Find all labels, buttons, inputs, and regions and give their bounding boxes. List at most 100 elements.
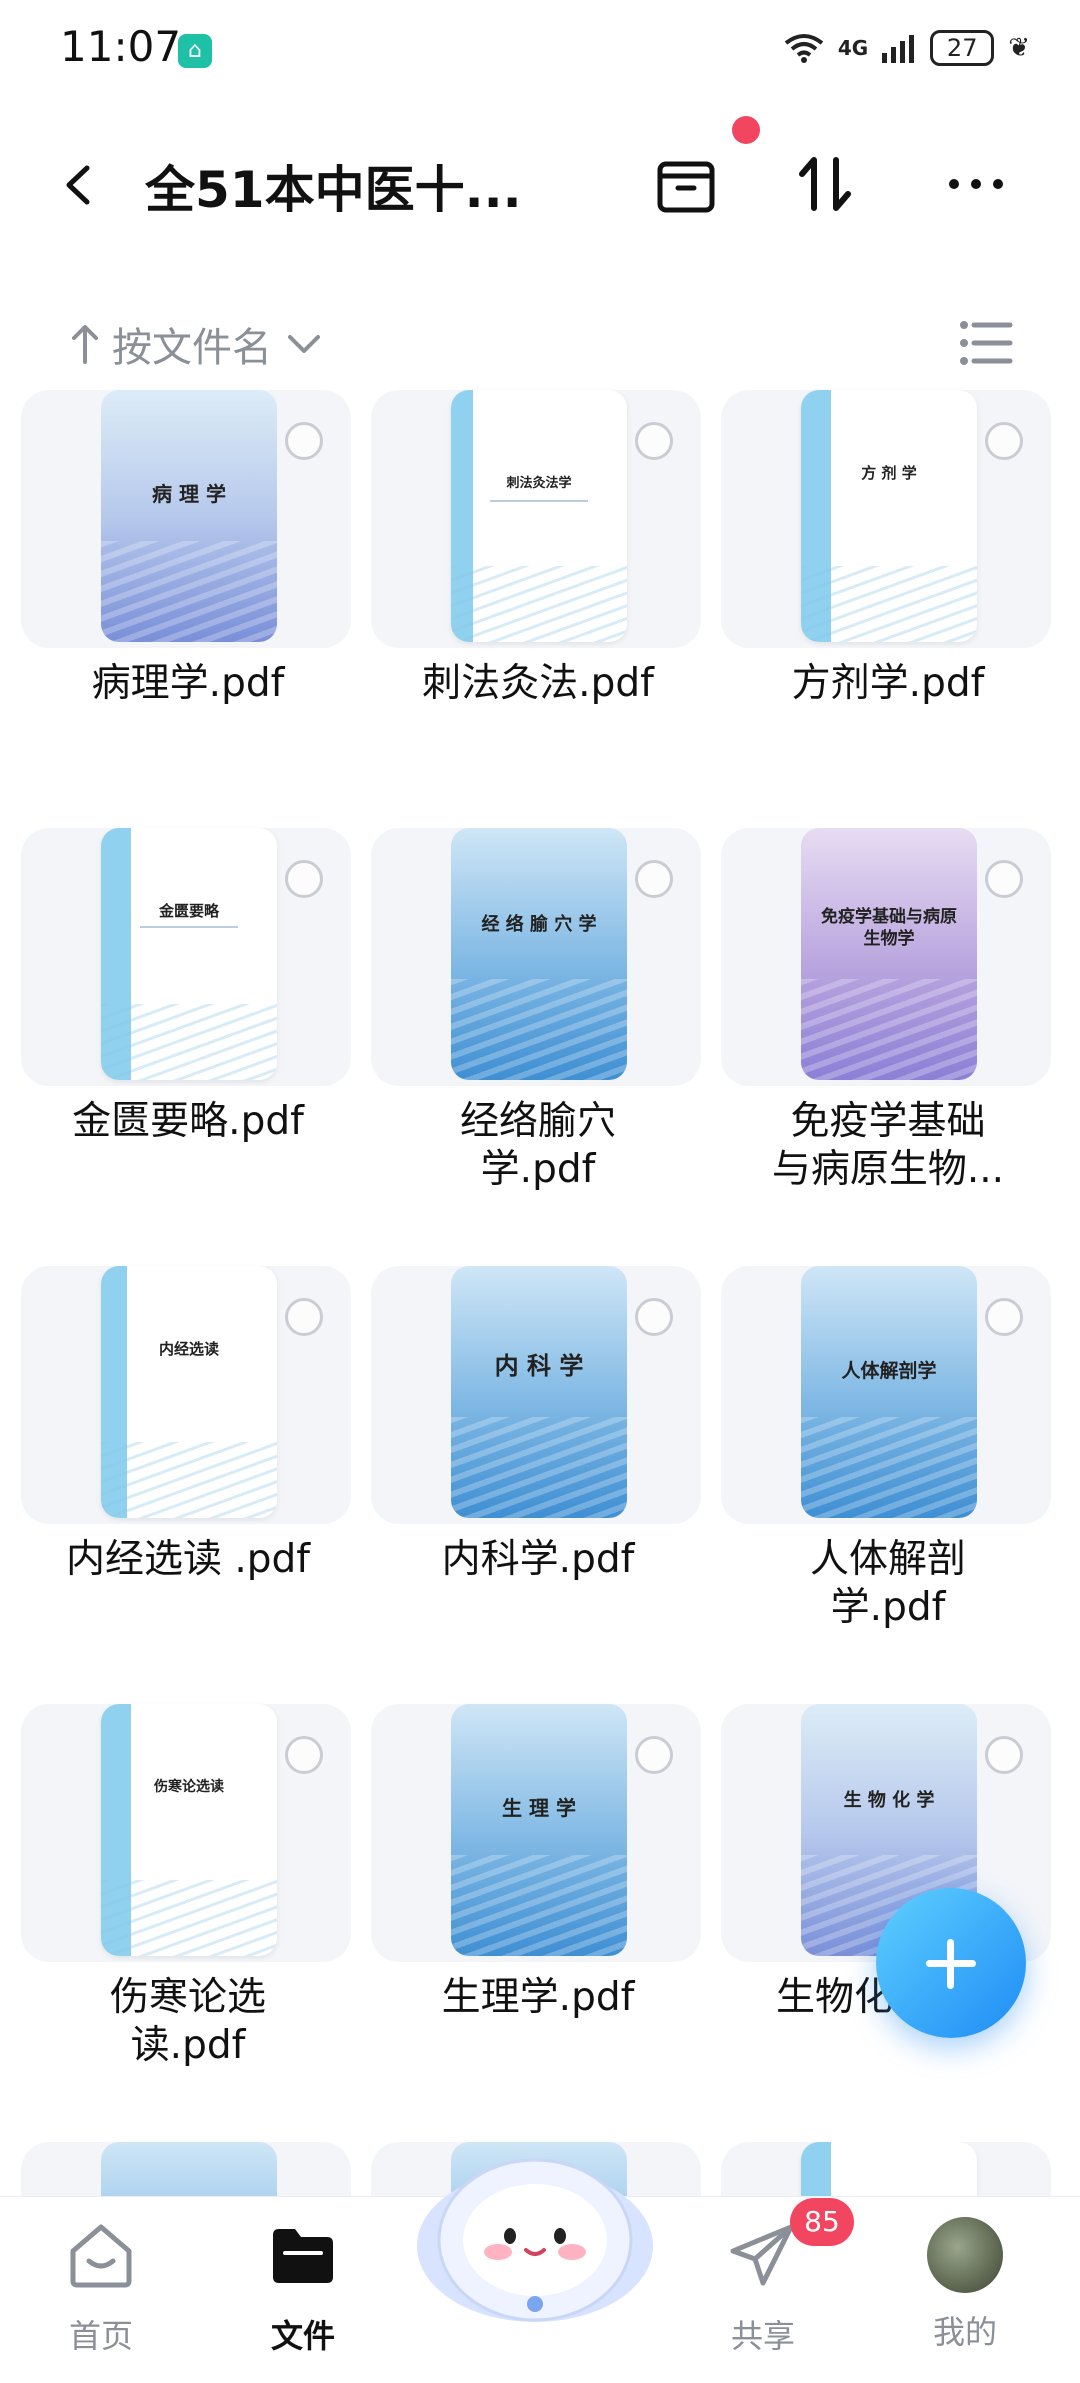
file-thumbnail: 免疫学基础与病原生物学 (721, 828, 1051, 1086)
book-cover: 方 剂 学 (801, 390, 977, 642)
cover-title: 金匮要略 (158, 902, 219, 920)
file-item[interactable] (718, 2142, 1058, 2196)
select-checkbox[interactable] (635, 422, 673, 460)
home-icon (70, 2224, 132, 2288)
select-checkbox[interactable] (285, 1736, 323, 1774)
status-time: 11:07 (60, 22, 182, 71)
book-cover: 生 理 学 (451, 1704, 627, 1956)
list-view-icon[interactable] (958, 317, 1014, 369)
file-item[interactable]: 刺法灸法学 刺法灸法.pdf (368, 390, 708, 810)
file-name: 人体解剖 学.pdf (809, 1537, 966, 1630)
add-button[interactable] (876, 1888, 1026, 2038)
share-badge: 85 (790, 2198, 854, 2246)
file-thumbnail (721, 2142, 1051, 2196)
select-checkbox[interactable] (285, 1298, 323, 1336)
select-checkbox[interactable] (985, 860, 1023, 898)
file-name: 生理学.pdf (441, 1975, 635, 2020)
file-item[interactable]: 内经选读 内经选读 .pdf (18, 1266, 358, 1686)
cover-title: 伤寒论选读 (154, 1779, 224, 1795)
nav-mine[interactable]: 我的 (890, 2217, 1040, 2353)
status-bar: 11:07 ⌂ 4G 27 ❦ (0, 0, 1080, 100)
book-cover: 经 络 腧 穴 学 (451, 828, 627, 1080)
book-cover: 伤寒论选读 (101, 1704, 277, 1956)
file-item[interactable]: 经 络 腧 穴 学 经络腧穴 学.pdf (368, 828, 708, 1248)
book-cover: 内经选读 (101, 1266, 277, 1518)
nav-files[interactable]: 文件 (228, 2217, 378, 2357)
file-name: 病理学.pdf (91, 661, 285, 706)
cover-title: 内经选读 (158, 1340, 219, 1358)
nav-files-label: 文件 (270, 2317, 335, 2355)
file-thumbnail: 人体解剖学 (721, 1266, 1051, 1524)
battery-icon: 27 (930, 30, 995, 66)
status-indicators: 4G 27 ❦ (784, 30, 1030, 66)
file-item[interactable]: 内 科 学 内科学.pdf (368, 1266, 708, 1686)
more-icon[interactable] (940, 148, 1012, 220)
book-cover: 病 理 学 (101, 390, 277, 642)
file-item[interactable] (18, 2142, 358, 2196)
file-item[interactable]: 伤寒论选读 伤寒论选 读.pdf (18, 1704, 358, 2124)
chevron-left-icon[interactable] (55, 160, 105, 210)
avatar (927, 2217, 1003, 2293)
top-app-bar: 全51本中医十... (0, 130, 1080, 240)
file-item[interactable]: 生 理 学 生理学.pdf (368, 1704, 708, 2124)
arrow-up-icon (72, 325, 98, 364)
cover-title: 内 科 学 (494, 1351, 584, 1380)
network-label: 4G (837, 36, 869, 60)
file-item[interactable]: 方 剂 学 方剂学.pdf (718, 390, 1058, 810)
chevron-down-icon (288, 335, 320, 353)
app-notification-icon: ⌂ (178, 34, 212, 68)
sort-selector[interactable]: 按文件名 (70, 315, 324, 373)
book-cover: 刺法灸法学 (451, 390, 627, 642)
paper-plane-icon (730, 2224, 794, 2286)
book-cover: 内 科 学 (451, 1266, 627, 1518)
file-thumbnail: 内经选读 (21, 1266, 351, 1524)
file-thumbnail: 内 科 学 (371, 1266, 701, 1524)
notification-dot (732, 116, 760, 144)
file-thumbnail (21, 2142, 351, 2196)
file-name: 内经选读 .pdf (65, 1537, 311, 1582)
folder-icon (273, 2229, 333, 2283)
signal-icon (882, 35, 915, 63)
book-cover: 人体解剖学 (801, 1266, 977, 1518)
file-thumbnail: 方 剂 学 (721, 390, 1051, 648)
file-name: 内科学.pdf (441, 1537, 635, 1582)
file-name: 刺法灸法.pdf (422, 661, 654, 706)
select-checkbox[interactable] (635, 1736, 673, 1774)
sort-arrows-icon[interactable] (790, 148, 862, 220)
leaf-icon: ❦ (1008, 33, 1030, 63)
select-checkbox[interactable] (635, 1298, 673, 1336)
file-item[interactable]: 病 理 学 病理学.pdf (18, 390, 358, 810)
file-item[interactable]: 金匮要略 金匮要略.pdf (18, 828, 358, 1248)
file-name: 免疫学基础 与病原生物... (771, 1099, 1005, 1192)
nav-share-label: 共享 (730, 2317, 795, 2355)
file-name: 方剂学.pdf (791, 661, 985, 706)
nav-home-label: 首页 (68, 2317, 133, 2355)
file-thumbnail: 金匮要略 (21, 828, 351, 1086)
file-name: 伤寒论选 读.pdf (109, 1975, 266, 2068)
cover-title: 病 理 学 (152, 482, 226, 506)
book-cover: 免疫学基础与病原生物学 (801, 828, 977, 1080)
archive-icon[interactable] (650, 148, 722, 220)
cover-title: 生 物 化 学 (843, 1790, 935, 1811)
file-thumbnail: 经 络 腧 穴 学 (371, 828, 701, 1086)
wifi-icon (784, 34, 824, 63)
cover-title: 人体解剖学 (841, 1360, 937, 1382)
select-checkbox[interactable] (285, 422, 323, 460)
file-thumbnail: 生 理 学 (371, 1704, 701, 1962)
file-item[interactable]: 人体解剖学 人体解剖 学.pdf (718, 1266, 1058, 1686)
nav-home[interactable]: 首页 (26, 2217, 176, 2357)
mascot-assistant-icon[interactable] (412, 2128, 658, 2328)
cover-title: 方 剂 学 (861, 464, 917, 482)
select-checkbox[interactable] (285, 860, 323, 898)
select-checkbox[interactable] (635, 860, 673, 898)
select-checkbox[interactable] (985, 1736, 1023, 1774)
page-title: 全51本中医十... (145, 161, 522, 219)
select-checkbox[interactable] (985, 422, 1023, 460)
cover-title: 刺法灸法学 (506, 476, 572, 491)
file-thumbnail: 伤寒论选读 (21, 1704, 351, 1962)
file-item[interactable]: 免疫学基础与病原生物学 免疫学基础 与病原生物... (718, 828, 1058, 1248)
sort-label: 按文件名 (112, 325, 272, 371)
book-cover: 金匮要略 (101, 828, 277, 1080)
file-thumbnail: 刺法灸法学 (371, 390, 701, 648)
select-checkbox[interactable] (985, 1298, 1023, 1336)
